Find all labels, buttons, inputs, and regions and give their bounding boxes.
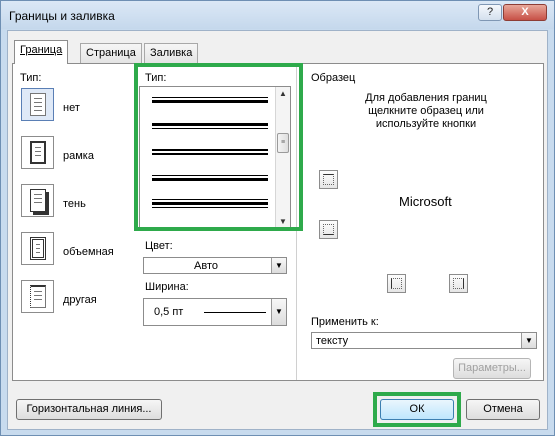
top-border-button[interactable] [319,170,338,189]
ok-button[interactable]: ОК [380,399,454,420]
page-glyph [30,93,46,116]
chevron-down-icon[interactable]: ▼ [271,258,286,273]
border-3d-icon[interactable] [21,232,54,265]
chevron-down-icon[interactable]: ▼ [271,299,286,325]
border-tab-panel: Тип: нет рамка тень объемная другая Тип:… [12,63,544,381]
right-border-button[interactable] [449,274,468,293]
color-dropdown[interactable]: Авто ▼ [143,257,287,274]
line-style-item[interactable] [152,199,268,208]
dialog-body: Граница Страница Заливка Тип: нет рамка … [7,30,548,430]
setting-none-label[interactable]: нет [63,102,80,114]
setting-box-label[interactable]: рамка [63,150,94,162]
line-style-item[interactable] [152,149,268,156]
line-style-list[interactable]: ▲ ≡ ▼ [139,86,291,229]
tab-border[interactable]: Граница [14,40,69,64]
tab-page-border[interactable]: Страница [80,43,142,63]
chevron-down-icon[interactable]: ▼ [521,333,536,348]
color-value: Авто [194,260,218,272]
scroll-thumb[interactable]: ≡ [277,133,289,153]
page-glyph [30,237,46,260]
tab-shading[interactable]: Заливка [144,43,199,63]
tab-border-label: Граница [20,44,63,56]
apply-to-dropdown[interactable]: тексту ▼ [311,332,537,349]
setting-shadow-label[interactable]: тень [63,198,86,210]
line-style-item[interactable] [152,175,268,182]
preview-hint: Для добавления границ щелкните образец и… [365,92,487,130]
title-bar: Границы и заливка ? X [1,1,554,29]
setting-custom-label[interactable]: другая [63,294,97,306]
apply-to-label: Применить к: [311,316,379,328]
line-style-item[interactable] [152,123,268,130]
left-border-button[interactable] [387,274,406,293]
color-label: Цвет: [145,240,173,252]
width-value: 0,5 пт [154,306,184,318]
preview-sample-text[interactable]: Microsoft [399,194,452,209]
tab-page-border-label: Страница [86,47,136,59]
preview-label: Образец [311,72,356,84]
setting-label: Тип: [20,72,42,84]
borders-and-shading-dialog: Границы и заливка ? X Граница Страница З… [0,0,555,436]
width-label: Ширина: [145,281,189,293]
page-glyph [30,141,46,164]
close-button[interactable]: X [503,4,547,21]
width-dropdown[interactable]: 0,5 пт ▼ [143,298,287,326]
line-style-item[interactable] [152,97,268,103]
page-glyph [30,285,46,308]
window-title: Границы и заливка [9,9,115,23]
tab-shading-label: Заливка [150,47,193,59]
horizontal-line-button[interactable]: Горизонтальная линия... [16,399,162,420]
border-box-icon[interactable] [21,136,54,169]
help-button[interactable]: ? [478,4,502,21]
line-style-scrollbar[interactable]: ▲ ≡ ▼ [275,87,290,228]
width-sample-line [204,312,266,313]
border-none-icon[interactable] [21,88,54,121]
style-label: Тип: [145,72,167,84]
border-custom-icon[interactable] [21,280,54,313]
preview-group: Образец Для добавления границ щелкните о… [296,64,538,380]
page-glyph [30,189,46,212]
setting-3d-label[interactable]: объемная [63,246,114,258]
border-shadow-icon[interactable] [21,184,54,217]
scroll-up-icon[interactable]: ▲ [276,89,290,98]
cancel-button[interactable]: Отмена [466,399,540,420]
apply-to-value: тексту [316,335,349,347]
options-button[interactable]: Параметры... [453,358,531,379]
scroll-down-icon[interactable]: ▼ [276,217,290,226]
bottom-border-button[interactable] [319,220,338,239]
